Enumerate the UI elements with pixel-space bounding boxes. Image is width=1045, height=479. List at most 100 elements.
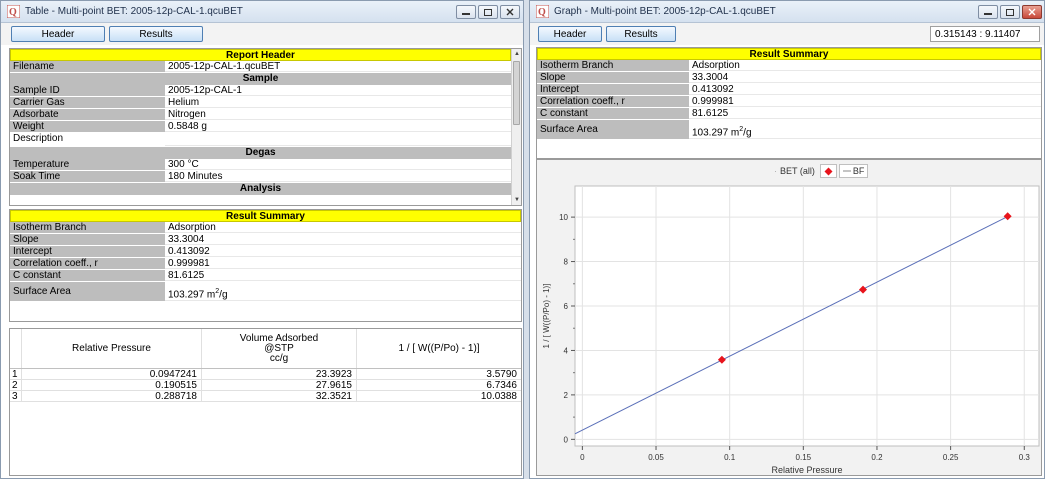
x-tick-label: 0.1 <box>724 453 736 462</box>
maximize-icon <box>484 8 492 16</box>
row-label: Weight <box>10 121 165 132</box>
header-line: cc/g <box>269 352 289 364</box>
row-value: 81.6125 <box>689 108 1041 119</box>
row-label: Correlation coeff., r <box>537 96 689 107</box>
minimize-icon <box>984 13 992 15</box>
data-table[interactable]: Relative Pressure Volume Adsorbed @STP c… <box>9 328 522 476</box>
degas-section-title: Degas <box>10 147 511 159</box>
table-row[interactable]: 2 0.190515 27.9615 6.7346 <box>10 380 521 391</box>
sample-rows: Sample ID 2005-12p-CAL-1 Carrier Gas Heliu… <box>10 85 511 147</box>
row-label: Surface Area <box>537 120 689 139</box>
row-label: Soak Time <box>10 171 165 182</box>
row-label: Adsorbate <box>10 109 165 120</box>
maximize-button[interactable] <box>1000 5 1020 19</box>
row-index: 3 <box>10 391 22 402</box>
row-label: Sample ID <box>10 85 165 96</box>
vertical-scrollbar[interactable]: ▲ ▼ <box>511 49 521 205</box>
table-row[interactable]: 1 0.0947241 23.3923 3.5790 <box>10 369 521 380</box>
relative-pressure-header[interactable]: Relative Pressure <box>22 329 202 368</box>
svg-text:Q: Q <box>9 7 17 18</box>
table-row[interactable]: 3 0.288718 32.3521 10.0388 <box>10 391 521 402</box>
area-unit-tail: /g <box>219 289 228 301</box>
maximize-button[interactable] <box>478 5 498 19</box>
scroll-up-icon[interactable]: ▲ <box>513 50 521 58</box>
x-tick-label: 0 <box>580 453 585 462</box>
y-tick-label: 8 <box>564 258 569 267</box>
filename-label: Filename <box>10 61 165 72</box>
graph-window: Q Graph - Multi-point BET: 2005-12p-CAL-… <box>529 0 1045 479</box>
surface-area-value: 103.297 m2/g <box>689 120 1041 139</box>
table-header: Relative Pressure Volume Adsorbed @STP c… <box>10 329 521 369</box>
row-label: Isotherm Branch <box>10 222 165 233</box>
minimize-button[interactable] <box>456 5 476 19</box>
y-tick-label: 6 <box>564 302 569 311</box>
row-value: 300 °C <box>165 159 511 170</box>
header-line: @STP <box>264 342 294 354</box>
row-value <box>165 133 511 146</box>
results-button[interactable]: Results <box>606 26 676 42</box>
surface-area-row: Surface Area 103.297 m2/g <box>10 282 521 302</box>
x-tick-label: 0.05 <box>648 453 664 462</box>
row-label: Slope <box>10 234 165 245</box>
row-value: 0.413092 <box>165 246 521 257</box>
cell-bet: 10.0388 <box>357 391 521 402</box>
surface-area-value: 103.297 m2/g <box>165 282 521 301</box>
result-summary-panel: Result Summary Isotherm Branch Adsorption… <box>536 47 1042 159</box>
close-icon <box>1028 8 1036 16</box>
scroll-thumb[interactable] <box>513 61 520 125</box>
cell-bet: 6.7346 <box>357 380 521 391</box>
svg-text:Q: Q <box>538 7 546 18</box>
result-summary-panel: Result Summary Isotherm Branch Adsorption… <box>9 209 522 322</box>
row-label: Intercept <box>10 246 165 257</box>
bet-plot[interactable]: 0 0.05 0.1 0.15 0.2 0.25 0.3 0 2 4 6 8 10 Relative P… <box>537 160 1041 475</box>
title-bar[interactable]: Q Graph - Multi-point BET: 2005-12p-CAL-… <box>530 1 1044 23</box>
app-logo-icon: Q <box>536 5 549 18</box>
close-button[interactable] <box>1022 5 1042 19</box>
row-index: 1 <box>10 369 22 380</box>
isotherm-branch-row: Isotherm Branch Adsorption <box>537 60 1041 72</box>
cell-pressure: 0.190515 <box>22 380 202 391</box>
adsorbate-row: Adsorbate Nitrogen <box>10 109 511 121</box>
result-summary-title: Result Summary <box>537 48 1041 60</box>
app-logo-icon: Q <box>7 5 20 18</box>
row-value: Nitrogen <box>165 109 511 120</box>
row-label: Temperature <box>10 159 165 170</box>
row-label: Description <box>10 133 165 146</box>
row-index: 2 <box>10 380 22 391</box>
intercept-row: Intercept 0.413092 <box>10 246 521 258</box>
row-label: Isotherm Branch <box>537 60 689 71</box>
cursor-coordinate-readout: 0.315143 : 9.11407 <box>930 26 1040 42</box>
scroll-down-icon[interactable]: ▼ <box>513 196 521 204</box>
filename-value: 2005-12p-CAL-1.qcuBET <box>165 61 511 72</box>
table-window: Q Table - Multi-point BET: 2005-12p-CAL-… <box>0 0 524 479</box>
carrier-gas-row: Carrier Gas Helium <box>10 97 511 109</box>
sample-id-row: Sample ID 2005-12p-CAL-1 <box>10 85 511 97</box>
results-button[interactable]: Results <box>109 26 203 42</box>
maximize-icon <box>1006 8 1014 16</box>
c-constant-row: C constant 81.6125 <box>537 108 1041 120</box>
header-button[interactable]: Header <box>11 26 105 42</box>
title-bar[interactable]: Q Table - Multi-point BET: 2005-12p-CAL-… <box>1 1 523 23</box>
y-tick-label: 10 <box>559 213 568 222</box>
toolbar: Header Results 0.315143 : 9.11407 <box>530 23 1044 45</box>
minimize-button[interactable] <box>978 5 998 19</box>
y-axis-label: 1 / [ W((P/Po) - 1)] <box>542 284 551 349</box>
volume-adsorbed-header[interactable]: Volume Adsorbed @STP cc/g <box>202 329 357 368</box>
header-button[interactable]: Header <box>538 26 602 42</box>
report-header-panel[interactable]: Report Header Filename 2005-12p-CAL-1.qc… <box>9 48 522 206</box>
x-axis-label: Relative Pressure <box>771 465 842 475</box>
slope-row: Slope 33.3004 <box>537 72 1041 84</box>
row-value: 2005-12p-CAL-1 <box>165 85 511 96</box>
toolbar: Header Results <box>1 23 523 45</box>
close-button[interactable] <box>500 5 520 19</box>
weight-row: Weight 0.5848 g <box>10 121 511 133</box>
graph-panel[interactable]: · BET (all) BF 0 0.05 0.1 0.15 0.2 0.25 0.3 0 2 4 6… <box>536 159 1042 476</box>
isotherm-branch-row: Isotherm Branch Adsorption <box>10 222 521 234</box>
plot-area <box>574 185 1040 447</box>
area-number: 103.297 m <box>168 289 216 301</box>
bet-function-header[interactable]: 1 / [ W((P/Po) - 1)] <box>357 329 521 368</box>
row-value: 0.5848 g <box>165 121 511 132</box>
x-tick-label: 0.15 <box>796 453 812 462</box>
window-title: Table - Multi-point BET: 2005-12p-CAL-1.… <box>25 6 243 17</box>
y-tick-label: 2 <box>564 391 569 400</box>
